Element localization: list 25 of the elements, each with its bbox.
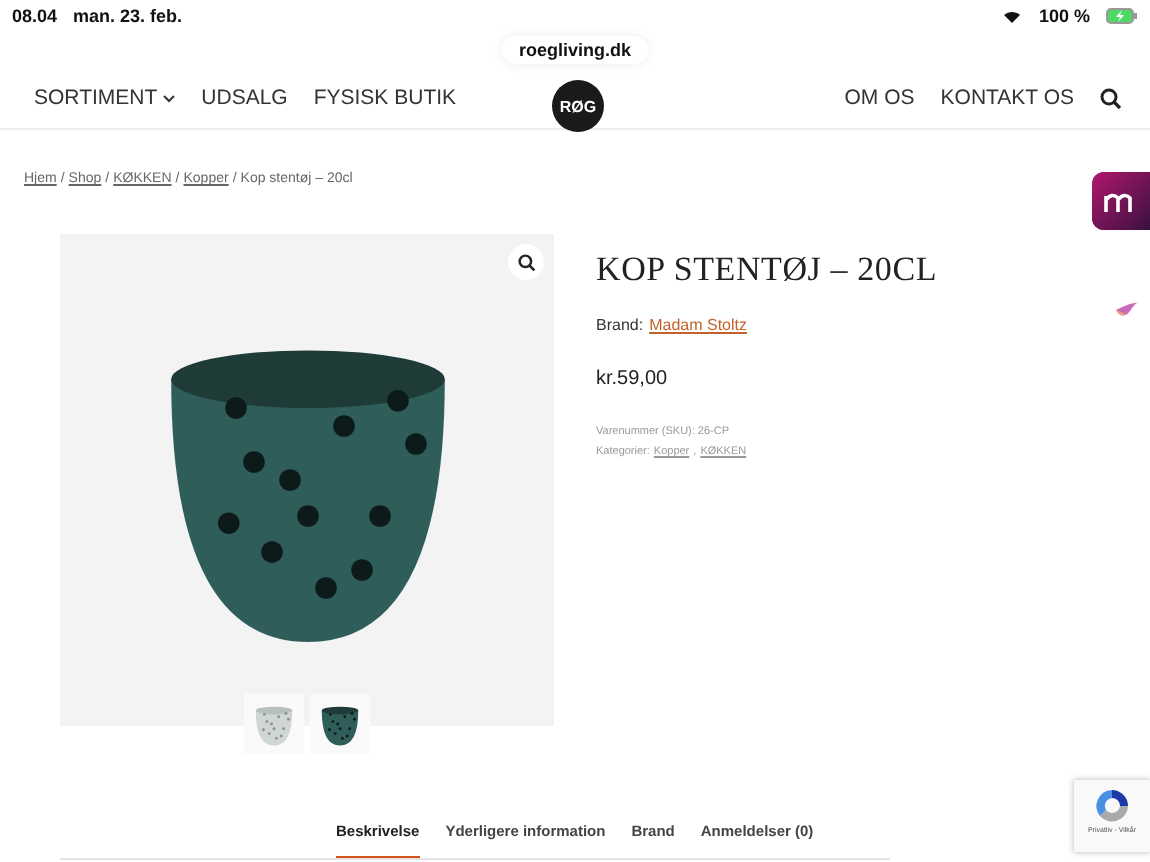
nav-link[interactable]: KONTAKT OS xyxy=(940,86,1074,110)
brand-link[interactable]: Madam Stoltz xyxy=(649,316,747,334)
product-price: kr.59,00 xyxy=(596,368,670,390)
nav-link[interactable]: SORTIMENT xyxy=(34,86,176,110)
battery-charging-icon xyxy=(1106,8,1138,24)
address-bar[interactable]: roegliving.dk xyxy=(502,36,647,64)
app-badge-icon[interactable] xyxy=(1092,172,1150,230)
wifi-icon xyxy=(1002,8,1023,24)
nav-link[interactable]: FYSISK BUTIK xyxy=(313,86,457,110)
recaptcha-icon xyxy=(1092,786,1132,826)
battery-percent: 100 % xyxy=(1038,6,1090,26)
cup-drawing xyxy=(255,706,293,746)
brand-label: Brand: xyxy=(596,316,644,334)
product-thumbnail[interactable] xyxy=(244,694,304,754)
search-icon[interactable] xyxy=(1100,87,1122,109)
product-thumbnail[interactable] xyxy=(310,694,370,754)
status-date: man. 23. feb. xyxy=(73,6,183,26)
logo[interactable]: RØG xyxy=(552,80,604,132)
cup-drawing xyxy=(321,706,359,746)
nav-link[interactable]: OM OS xyxy=(844,86,915,110)
status-time: 08.04 xyxy=(12,6,58,26)
search-icon xyxy=(517,253,535,271)
nav-link[interactable]: UDSALG xyxy=(201,86,288,110)
chevron-down-icon xyxy=(161,93,176,103)
product-title: KOP STENTØJ – 20CL xyxy=(596,250,938,290)
